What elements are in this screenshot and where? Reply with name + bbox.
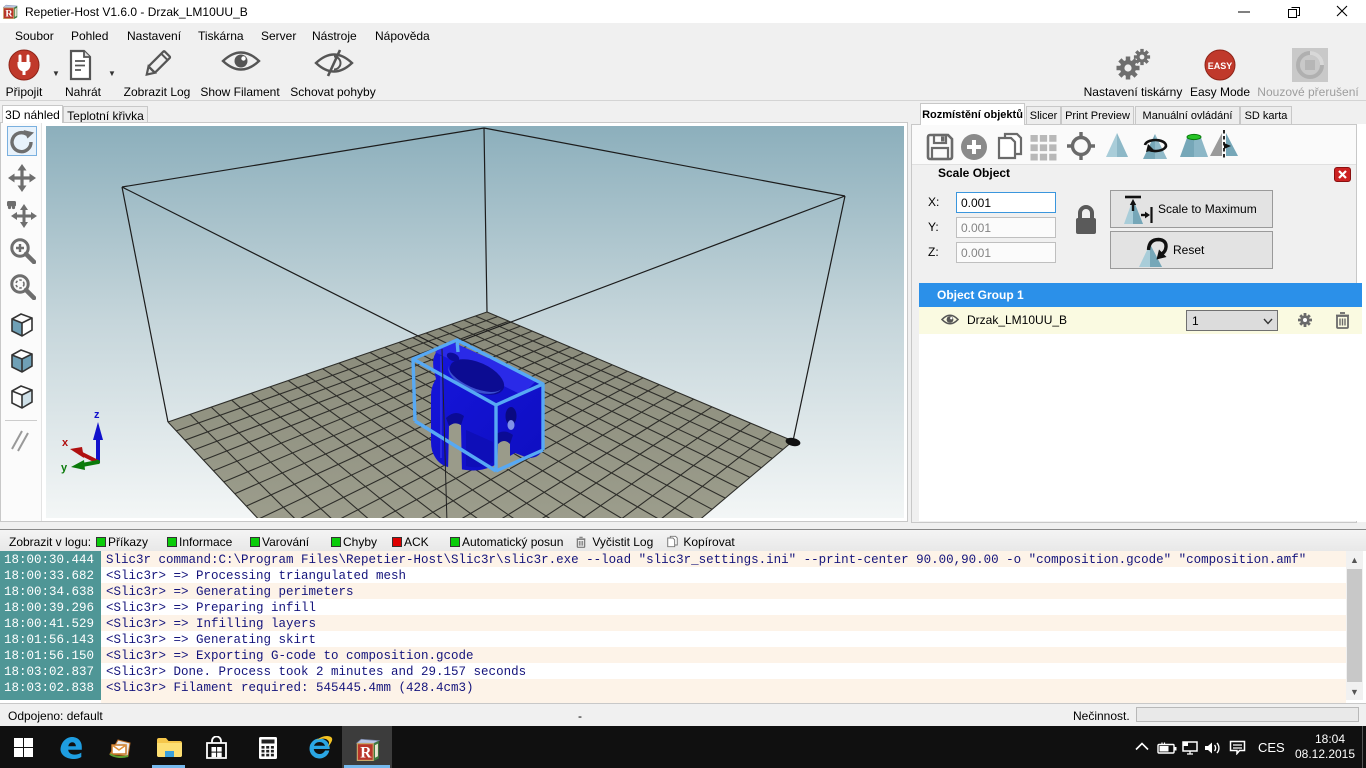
svg-text:z: z	[94, 409, 100, 421]
svg-text:y: y	[61, 462, 68, 474]
svg-text:x: x	[62, 437, 69, 449]
svg-text:EASY: EASY	[1208, 61, 1233, 71]
svg-text:R: R	[360, 744, 372, 761]
svg-text:R: R	[5, 9, 13, 19]
